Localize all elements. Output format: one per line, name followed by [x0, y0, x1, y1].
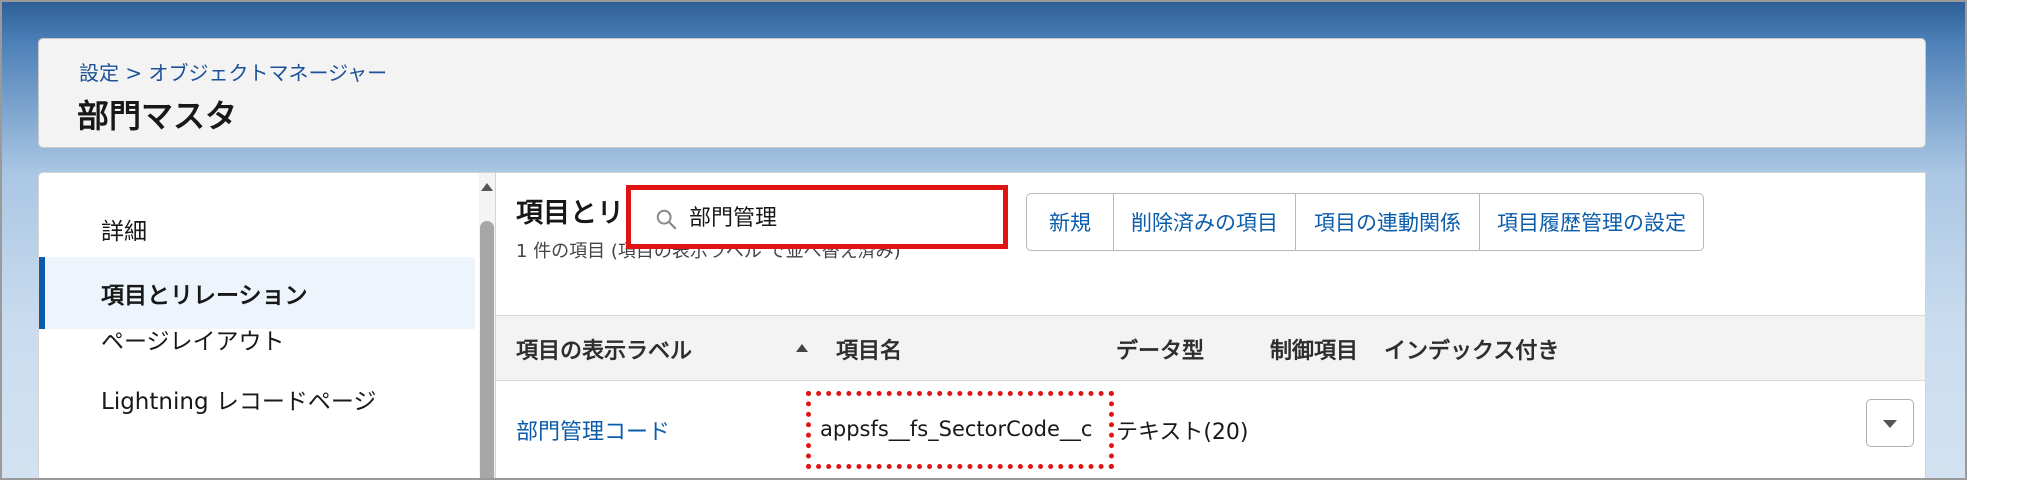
field-data-type: テキスト(20) — [1116, 420, 1249, 445]
sidebar-item-label: 詳細 — [101, 219, 147, 245]
fields-panel: 項目とリレーション 1 件の項目 (項目の表示ラベル で並べ替え済み) 新規 削… — [496, 172, 1926, 478]
search-icon — [656, 209, 677, 230]
column-header-controlling-field[interactable]: 制御項目 — [1270, 333, 1358, 365]
app-window: 設定 > オブジェクトマネージャー 部門マスタ 詳細 項目とリレーション ページ… — [0, 0, 1967, 480]
sidebar-scrollbar[interactable] — [479, 173, 495, 478]
field-api-name: appsfs__fs_SectorCode__c — [820, 417, 1093, 441]
field-label-link[interactable]: 部門管理コード — [516, 414, 670, 446]
scroll-up-arrow-icon[interactable] — [481, 183, 493, 191]
field-dependencies-button[interactable]: 項目の連動関係 — [1296, 193, 1480, 251]
sidebar-item-details[interactable]: 詳細 — [39, 193, 475, 265]
scrollbar-thumb[interactable] — [480, 221, 494, 478]
column-header-indexed[interactable]: インデックス付き — [1384, 333, 1559, 365]
page-header: 設定 > オブジェクトマネージャー 部門マスタ — [38, 38, 1926, 148]
row-actions-button[interactable] — [1866, 399, 1914, 447]
column-header-field-name[interactable]: 項目名 — [836, 333, 902, 365]
column-header-data-type[interactable]: データ型 — [1116, 333, 1204, 365]
field-history-tracking-button[interactable]: 項目履歴管理の設定 — [1480, 193, 1704, 251]
table-row: 部門管理コード appsfs__fs_SectorCode__c テキスト(20… — [496, 381, 1925, 478]
sidebar-item-lightning-record-pages[interactable]: Lightning レコードページ — [39, 363, 475, 435]
quick-find-search[interactable] — [626, 185, 1008, 249]
table-header-row: 項目の表示ラベル 項目名 データ型 制御項目 インデックス付き — [496, 315, 1925, 381]
sidebar: 詳細 項目とリレーション ページレイアウト Lightning レコードページ — [38, 172, 496, 478]
deleted-fields-button[interactable]: 削除済みの項目 — [1114, 193, 1296, 251]
breadcrumb[interactable]: 設定 > オブジェクトマネージャー — [79, 57, 387, 86]
column-header-field-label[interactable]: 項目の表示ラベル — [516, 333, 692, 365]
sidebar-item-label: ページレイアウト — [101, 329, 285, 355]
sort-ascending-icon[interactable] — [796, 344, 808, 352]
search-input[interactable] — [689, 198, 989, 234]
chevron-down-icon — [1883, 420, 1897, 428]
new-button[interactable]: 新規 — [1026, 193, 1114, 251]
action-button-group: 新規 削除済みの項目 項目の連動関係 項目履歴管理の設定 — [1026, 193, 1704, 251]
sidebar-item-label: Lightning レコードページ — [101, 389, 377, 415]
page-title: 部門マスタ — [77, 97, 238, 135]
